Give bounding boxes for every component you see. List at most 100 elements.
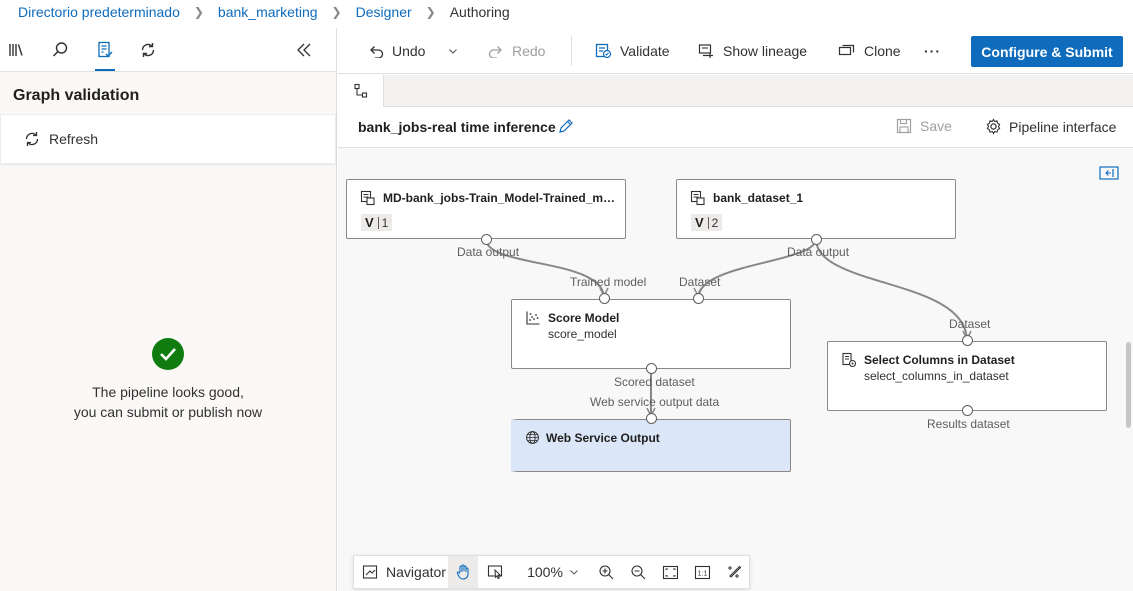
undo-icon xyxy=(368,44,384,58)
select-mode-button[interactable] xyxy=(480,556,510,588)
refresh-icon xyxy=(23,130,41,148)
zoom-out-icon xyxy=(630,564,647,581)
lineage-icon xyxy=(698,43,715,59)
input-port[interactable] xyxy=(962,335,973,346)
breadcrumb-workspace[interactable]: Directorio predeterminado xyxy=(18,4,180,20)
navigator-icon xyxy=(362,564,378,580)
chevron-right-icon: ❯ xyxy=(425,5,436,19)
clone-button[interactable]: Clone xyxy=(838,36,901,66)
auto-layout-icon xyxy=(726,564,743,581)
collapse-left-icon[interactable] xyxy=(292,38,316,62)
actual-size-button[interactable]: 1:1 xyxy=(687,556,717,588)
validation-status: The pipeline looks good, you can submit … xyxy=(0,338,336,422)
version-prefix: V xyxy=(695,215,704,230)
port-label: Trained model xyxy=(570,275,647,289)
pipeline-interface-button[interactable]: Pipeline interface xyxy=(985,118,1116,135)
node-bank-dataset[interactable]: bank_dataset_1 V2 xyxy=(676,179,956,239)
port-label: Dataset xyxy=(679,275,721,289)
actual-size-icon: 1:1 xyxy=(694,565,711,580)
model-dataset-icon xyxy=(360,190,376,206)
fit-to-screen-button[interactable] xyxy=(655,556,685,588)
fit-screen-icon xyxy=(662,565,679,580)
hand-icon xyxy=(455,563,471,581)
select-columns-icon xyxy=(841,352,857,368)
validate-label: Validate xyxy=(620,43,670,59)
zoom-out-button[interactable] xyxy=(623,556,653,588)
status-message-line2: you can submit or publish now xyxy=(73,404,263,420)
toolbar-divider xyxy=(571,36,572,66)
redo-label: Redo xyxy=(512,43,546,59)
breadcrumb-project[interactable]: bank_marketing xyxy=(218,4,318,20)
chevron-right-icon: ❯ xyxy=(193,5,204,19)
breadcrumb-current: Authoring xyxy=(449,4,510,20)
canvas-navigator-toolbar: Navigator 100% 1:1 xyxy=(353,555,750,589)
zoom-level-dropdown[interactable]: 100% xyxy=(522,556,584,588)
undo-button[interactable]: Undo xyxy=(368,36,425,66)
panel-title: Graph validation xyxy=(13,87,140,104)
pipeline-interface-label: Pipeline interface xyxy=(1009,118,1117,135)
refresh-label: Refresh xyxy=(49,131,99,147)
status-message-line1: The pipeline looks good, xyxy=(92,384,244,400)
configure-submit-button[interactable]: Configure & Submit xyxy=(971,36,1123,67)
tab-pipeline-graph[interactable] xyxy=(338,75,384,107)
save-button[interactable]: Save xyxy=(896,118,952,134)
svg-text:1:1: 1:1 xyxy=(697,570,707,577)
undo-dropdown-button[interactable] xyxy=(448,36,458,66)
validate-button[interactable]: Validate xyxy=(595,36,670,66)
navigator-label: Navigator xyxy=(386,564,446,580)
output-port[interactable] xyxy=(811,234,822,245)
pan-hand-button[interactable] xyxy=(448,556,478,588)
canvas-vertical-scrollbar[interactable] xyxy=(1126,342,1131,428)
gear-icon xyxy=(985,118,1002,135)
save-label: Save xyxy=(920,118,952,134)
left-panel-toolbar xyxy=(0,28,336,72)
pencil-icon[interactable] xyxy=(557,118,574,138)
show-lineage-label: Show lineage xyxy=(723,43,808,59)
show-lineage-button[interactable]: Show lineage xyxy=(698,36,807,66)
input-port[interactable] xyxy=(599,293,610,304)
output-port[interactable] xyxy=(962,405,973,416)
dataset-icon xyxy=(690,190,706,206)
port-label: Data output xyxy=(457,245,520,259)
node-subtitle: score_model xyxy=(548,327,617,341)
redo-icon xyxy=(488,44,504,58)
node-score-model[interactable]: Score Model score_model xyxy=(511,299,791,369)
output-port[interactable] xyxy=(481,234,492,245)
port-label: Data output xyxy=(787,245,850,259)
version-prefix: V xyxy=(365,215,374,230)
chevron-right-icon: ❯ xyxy=(331,5,342,19)
version-badge: V1 xyxy=(361,214,393,231)
validation-icon[interactable] xyxy=(93,38,117,71)
globe-icon xyxy=(525,430,540,445)
pipeline-canvas[interactable]: MD-bank_jobs-Train_Model-Trained_mo... V… xyxy=(338,148,1133,591)
select-pointer-icon xyxy=(487,564,504,580)
navigator-button[interactable]: Navigator xyxy=(358,556,450,588)
node-title: Score Model xyxy=(548,311,620,325)
port-label: Results dataset xyxy=(927,417,1010,431)
more-options-button[interactable]: ··· xyxy=(924,36,941,66)
port-label: Dataset xyxy=(949,317,991,331)
output-port[interactable] xyxy=(646,363,657,374)
refresh-button[interactable]: Refresh xyxy=(0,114,336,164)
search-icon[interactable] xyxy=(48,38,72,62)
undo-label: Undo xyxy=(392,43,426,59)
breadcrumb-designer[interactable]: Designer xyxy=(356,4,412,20)
pipeline-graph-icon xyxy=(353,83,369,99)
chevron-down-icon xyxy=(569,568,579,576)
save-icon xyxy=(896,118,912,134)
version-number: 1 xyxy=(381,215,389,230)
validate-icon xyxy=(595,43,612,59)
clone-icon xyxy=(838,44,856,58)
zoom-in-button[interactable] xyxy=(591,556,621,588)
input-port[interactable] xyxy=(646,413,657,424)
redo-button[interactable]: Redo xyxy=(488,36,545,66)
port-label: Web service output data xyxy=(590,395,720,409)
node-web-service-output[interactable]: Web Service Output xyxy=(511,419,791,472)
library-icon[interactable] xyxy=(5,38,29,62)
refresh-icon[interactable] xyxy=(136,38,160,62)
node-subtitle: select_columns_in_dataset xyxy=(864,369,1009,383)
auto-layout-button[interactable] xyxy=(719,556,749,588)
input-port[interactable] xyxy=(693,293,704,304)
node-select-columns[interactable]: Select Columns in Dataset select_columns… xyxy=(827,341,1107,411)
node-trained-model[interactable]: MD-bank_jobs-Train_Model-Trained_mo... V… xyxy=(346,179,626,239)
